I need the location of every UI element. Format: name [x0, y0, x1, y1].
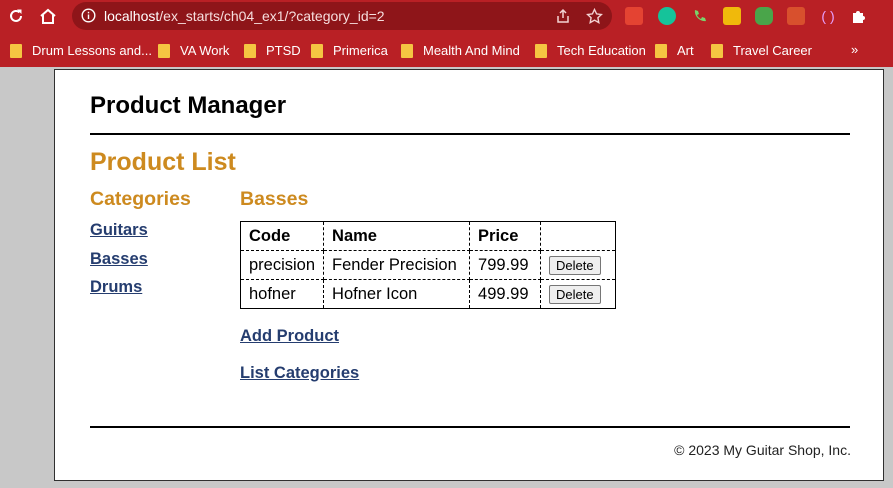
- categories-heading: Categories: [90, 188, 191, 210]
- header-action: [540, 221, 617, 251]
- cell-price: 799.99: [469, 250, 542, 280]
- cell-price: 499.99: [469, 279, 542, 309]
- category-link-guitars[interactable]: Guitars: [90, 221, 148, 240]
- parentheses-icon[interactable]: ( ): [819, 7, 837, 25]
- table-row: hofner Hofner Icon 499.99 Delete: [239, 279, 617, 309]
- header-divider: [90, 133, 850, 135]
- page-content: Product Manager Product List Categories …: [54, 69, 884, 481]
- pdf-icon[interactable]: [787, 7, 805, 25]
- bookmark-mealth-and-mind[interactable]: Mealth And Mind: [401, 42, 520, 59]
- product-list-heading: Product List: [90, 148, 236, 176]
- folder-icon: [655, 43, 667, 58]
- browser-toolbar: localhost/ex_starts/ch04_ex1/?category_i…: [0, 0, 893, 33]
- bookmark-star-icon[interactable]: [585, 7, 603, 25]
- robot-icon[interactable]: [755, 7, 773, 25]
- cell-name: Fender Precision: [323, 250, 471, 280]
- cell-code: precision: [239, 250, 325, 280]
- category-link-basses[interactable]: Basses: [90, 250, 148, 269]
- puzzle-icon[interactable]: [850, 7, 868, 25]
- folder-icon: [244, 43, 256, 58]
- current-category-heading: Basses: [240, 188, 309, 210]
- cell-name: Hofner Icon: [323, 279, 471, 309]
- category-link-drums[interactable]: Drums: [90, 278, 142, 297]
- bookmark-ptsd[interactable]: PTSD: [244, 42, 301, 59]
- home-icon[interactable]: [37, 5, 59, 27]
- add-product-link[interactable]: Add Product: [240, 327, 339, 346]
- list-categories-link[interactable]: List Categories: [240, 364, 359, 383]
- site-info-icon[interactable]: [81, 8, 96, 28]
- folder-icon: [535, 43, 547, 58]
- bookmark-tech-education[interactable]: Tech Education: [535, 42, 646, 59]
- footer-copyright: © 2023 My Guitar Shop, Inc.: [674, 442, 851, 458]
- bookmarks-bar: Drum Lessons and... VA Work PTSD Primeri…: [0, 33, 893, 67]
- table-header-row: Code Name Price: [239, 221, 617, 251]
- table-row: precision Fender Precision 799.99 Delete: [239, 250, 617, 280]
- folder-icon: [10, 43, 22, 58]
- bookmark-travel-career[interactable]: Travel Career: [711, 42, 812, 59]
- share-icon[interactable]: [554, 7, 572, 25]
- delete-button[interactable]: Delete: [549, 255, 601, 275]
- header-name: Name: [323, 221, 471, 251]
- page-title: Product Manager: [90, 92, 287, 119]
- reload-icon[interactable]: [5, 5, 27, 27]
- binance-icon[interactable]: [723, 7, 741, 25]
- folder-icon: [158, 43, 170, 58]
- header-price: Price: [469, 221, 542, 251]
- phone-icon[interactable]: [691, 7, 709, 25]
- footer-divider: [90, 426, 850, 428]
- header-code: Code: [239, 221, 325, 251]
- folder-icon: [401, 43, 413, 58]
- bookmark-drum-lessons[interactable]: Drum Lessons and...: [10, 42, 152, 59]
- folder-icon: [311, 43, 323, 58]
- url-text[interactable]: localhost/ex_starts/ch04_ex1/?category_i…: [104, 8, 385, 24]
- address-bar[interactable]: localhost/ex_starts/ch04_ex1/?category_i…: [72, 2, 612, 30]
- todoist-icon[interactable]: [625, 7, 643, 25]
- grammarly-icon[interactable]: [658, 7, 676, 25]
- more-bookmarks-icon[interactable]: »: [851, 42, 858, 57]
- delete-button[interactable]: Delete: [549, 284, 601, 304]
- cell-action: Delete: [540, 279, 617, 309]
- products-table: Code Name Price precision Fender Precisi…: [239, 221, 617, 309]
- bookmark-art[interactable]: Art: [655, 42, 694, 59]
- bookmark-va-work[interactable]: VA Work: [158, 42, 229, 59]
- cell-action: Delete: [540, 250, 617, 280]
- cell-code: hofner: [239, 279, 325, 309]
- folder-icon: [711, 43, 723, 58]
- bookmark-primerica[interactable]: Primerica: [311, 42, 388, 59]
